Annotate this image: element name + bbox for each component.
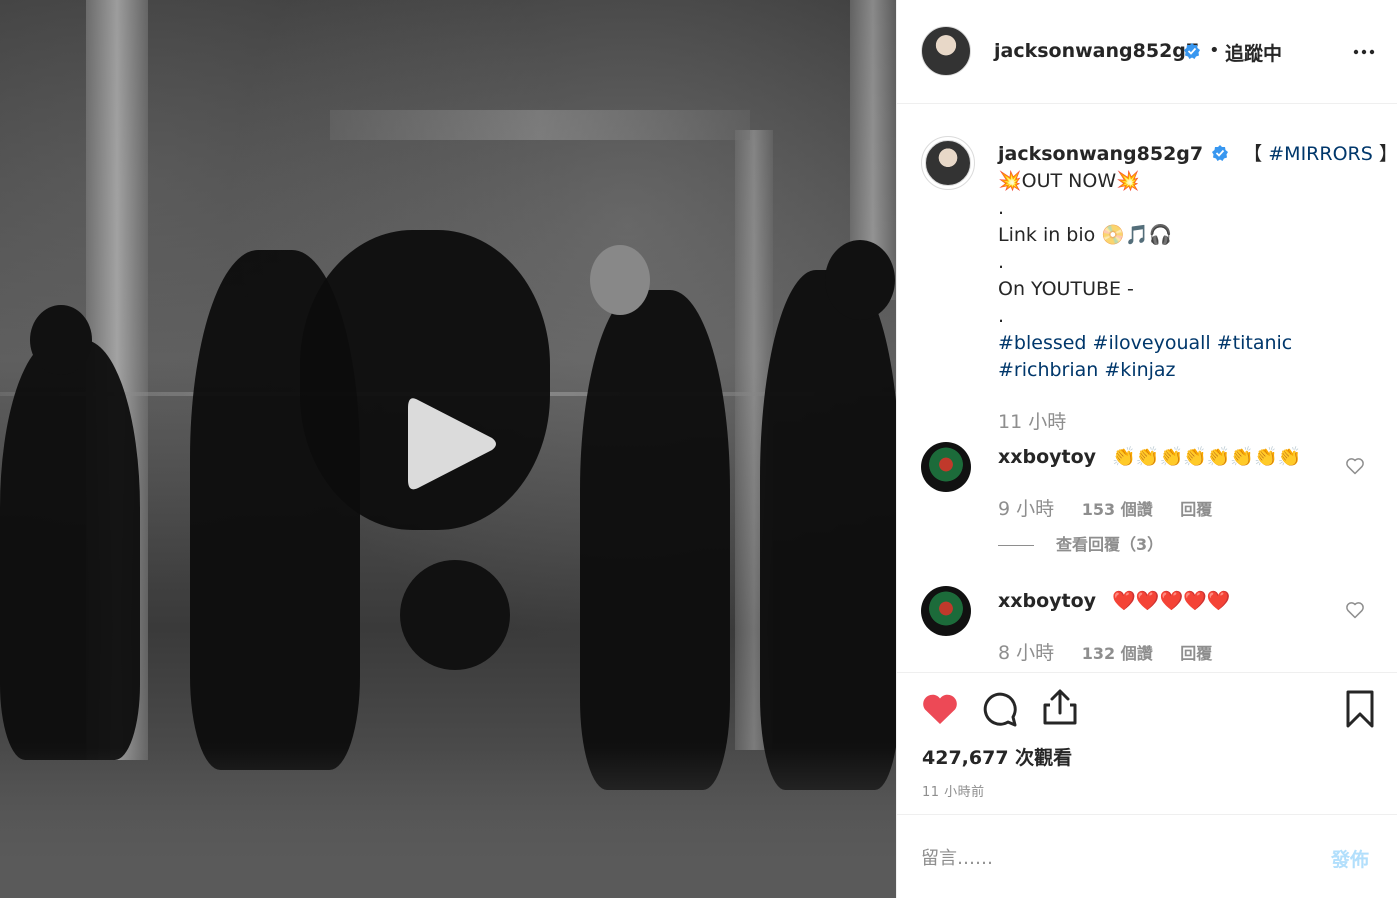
hashtag-mirrors[interactable]: #MIRRORS	[1268, 143, 1373, 165]
caption-username[interactable]: jacksonwang852g7	[998, 143, 1203, 165]
comments-list[interactable]: jacksonwang852g7 【 #MIRRORS 】 💥OUT NOW💥 …	[897, 104, 1397, 672]
view-replies-button[interactable]: 查看回覆（3）	[998, 531, 1163, 555]
play-icon[interactable]	[404, 392, 500, 496]
caption-dot-3: .	[998, 305, 1005, 327]
comment-likes[interactable]: 153 個讚	[1082, 500, 1153, 519]
caption-bracket-open: 【	[1243, 143, 1263, 165]
avatar[interactable]	[921, 26, 971, 76]
caption-line-1: jacksonwang852g7 【 #MIRRORS 】	[998, 141, 1397, 168]
comment-avatar[interactable]	[921, 442, 971, 492]
comment-2-meta: 8 小時 132 個讚 回覆	[998, 638, 1234, 665]
like-heart-icon[interactable]	[920, 689, 960, 729]
hashtag-titanic[interactable]: #titanic	[1217, 332, 1293, 354]
comment-2: xxboytoy ❤️❤️❤️❤️❤️	[998, 588, 1230, 615]
view-count[interactable]: 427,677 次觀看	[922, 743, 1072, 770]
comment-text: 👏👏👏👏👏👏👏👏	[1112, 446, 1302, 468]
post-video[interactable]	[0, 0, 896, 898]
avatar	[925, 140, 971, 186]
action-bar: 427,677 次觀看 11 小時前	[897, 672, 1397, 814]
caption-tags-2: #richbrian #kinjaz	[998, 357, 1176, 384]
view-replies-label: 查看回覆（3）	[1056, 535, 1164, 554]
comment-like-icon[interactable]	[1345, 456, 1365, 476]
comment-time[interactable]: 9 小時	[998, 498, 1054, 520]
comment-icon[interactable]	[980, 689, 1020, 729]
follow-separator: •	[1209, 40, 1220, 61]
more-options-icon[interactable]	[1352, 40, 1376, 64]
save-bookmark-icon[interactable]	[1340, 689, 1380, 729]
comment-1-meta: 9 小時 153 個讚 回覆	[998, 494, 1234, 521]
caption-time[interactable]: 11 小時	[998, 407, 1066, 434]
hashtag-kinjaz[interactable]: #kinjaz	[1104, 359, 1175, 381]
caption-avatar[interactable]	[921, 136, 975, 190]
caption-line-3: Link in bio 📀🎵🎧	[998, 224, 1173, 246]
comment-username[interactable]: xxboytoy	[998, 590, 1096, 612]
comment-text: ❤️❤️❤️❤️❤️	[1112, 590, 1231, 612]
hashtag-richbrian[interactable]: #richbrian	[998, 359, 1098, 381]
reply-button[interactable]: 回覆	[1180, 644, 1212, 663]
reply-button[interactable]: 回覆	[1180, 500, 1212, 519]
hashtag-blessed[interactable]: #blessed	[998, 332, 1087, 354]
caption-bracket-close: 】	[1378, 143, 1397, 165]
caption-dot-2: .	[998, 251, 1005, 273]
comment-likes[interactable]: 132 個讚	[1082, 644, 1153, 663]
caption-tags-1: #blessed #iloveyouall #titanic	[998, 330, 1292, 357]
divider	[998, 545, 1034, 546]
share-icon[interactable]	[1040, 687, 1080, 727]
post-header: jacksonwang852g7 • 追蹤中	[897, 0, 1397, 104]
comment-time[interactable]: 8 小時	[998, 642, 1054, 664]
caption-line-4: On YOUTUBE -	[998, 278, 1134, 300]
verified-icon	[1212, 145, 1229, 161]
caption-dot-1: .	[998, 197, 1005, 219]
comment-input[interactable]	[921, 843, 1301, 873]
post-panel: jacksonwang852g7 • 追蹤中 jacksonwang852g7 …	[896, 0, 1397, 898]
comment-username[interactable]: xxboytoy	[998, 446, 1096, 468]
hashtag-iloveyouall[interactable]: #iloveyouall	[1093, 332, 1211, 354]
verified-icon	[1184, 43, 1200, 59]
caption-line-2: 💥OUT NOW💥	[998, 170, 1140, 192]
comment-like-icon[interactable]	[1345, 600, 1365, 620]
comment-avatar[interactable]	[921, 586, 971, 636]
post-comment-button[interactable]: 發佈	[1331, 845, 1369, 872]
following-button[interactable]: 追蹤中	[1225, 39, 1282, 66]
post-timestamp[interactable]: 11 小時前	[922, 781, 985, 800]
comment-form: 發佈	[897, 814, 1397, 898]
comment-1: xxboytoy 👏👏👏👏👏👏👏👏	[998, 444, 1301, 471]
post-username[interactable]: jacksonwang852g7	[994, 40, 1199, 62]
